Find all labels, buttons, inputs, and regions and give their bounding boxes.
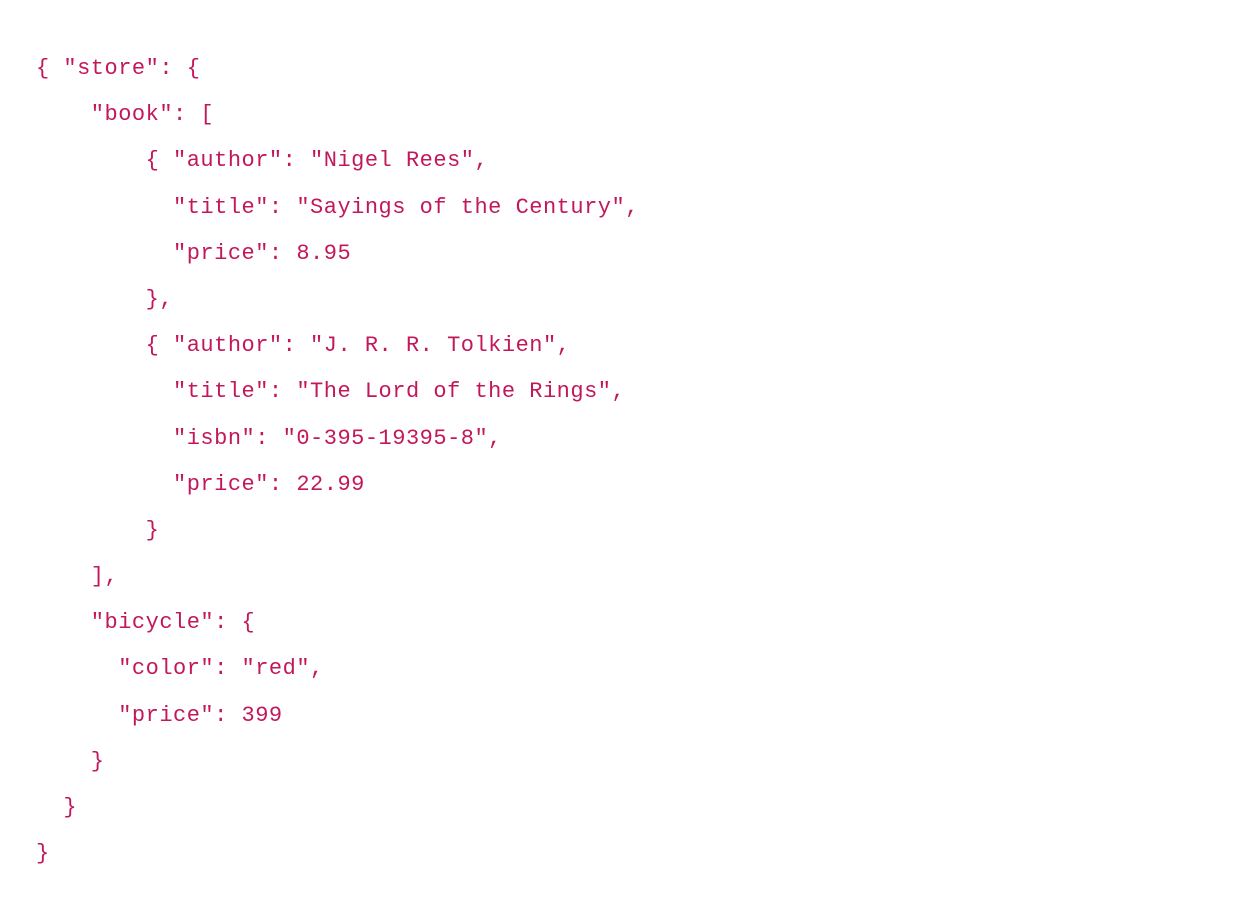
code-line: "title": "Sayings of the Century", <box>36 195 639 220</box>
code-line: "isbn": "0-395-19395-8", <box>36 426 502 451</box>
code-line: ], <box>36 564 118 589</box>
code-line: } <box>36 518 159 543</box>
code-line: "title": "The Lord of the Rings", <box>36 379 625 404</box>
code-line: "price": 22.99 <box>36 472 365 497</box>
code-line: } <box>36 749 105 774</box>
code-line: }, <box>36 287 173 312</box>
code-line: "price": 8.95 <box>36 241 351 266</box>
code-line: { "author": "J. R. R. Tolkien", <box>36 333 570 358</box>
code-line: "bicycle": { <box>36 610 255 635</box>
code-line: "book": [ <box>36 102 214 127</box>
code-line: } <box>36 841 50 866</box>
code-line: "color": "red", <box>36 656 324 681</box>
json-code-block: { "store": { "book": [ { "author": "Nige… <box>0 22 1236 901</box>
code-line: "price": 399 <box>36 703 283 728</box>
code-line: { "store": { <box>36 56 200 81</box>
code-line: { "author": "Nigel Rees", <box>36 148 488 173</box>
code-line: } <box>36 795 77 820</box>
